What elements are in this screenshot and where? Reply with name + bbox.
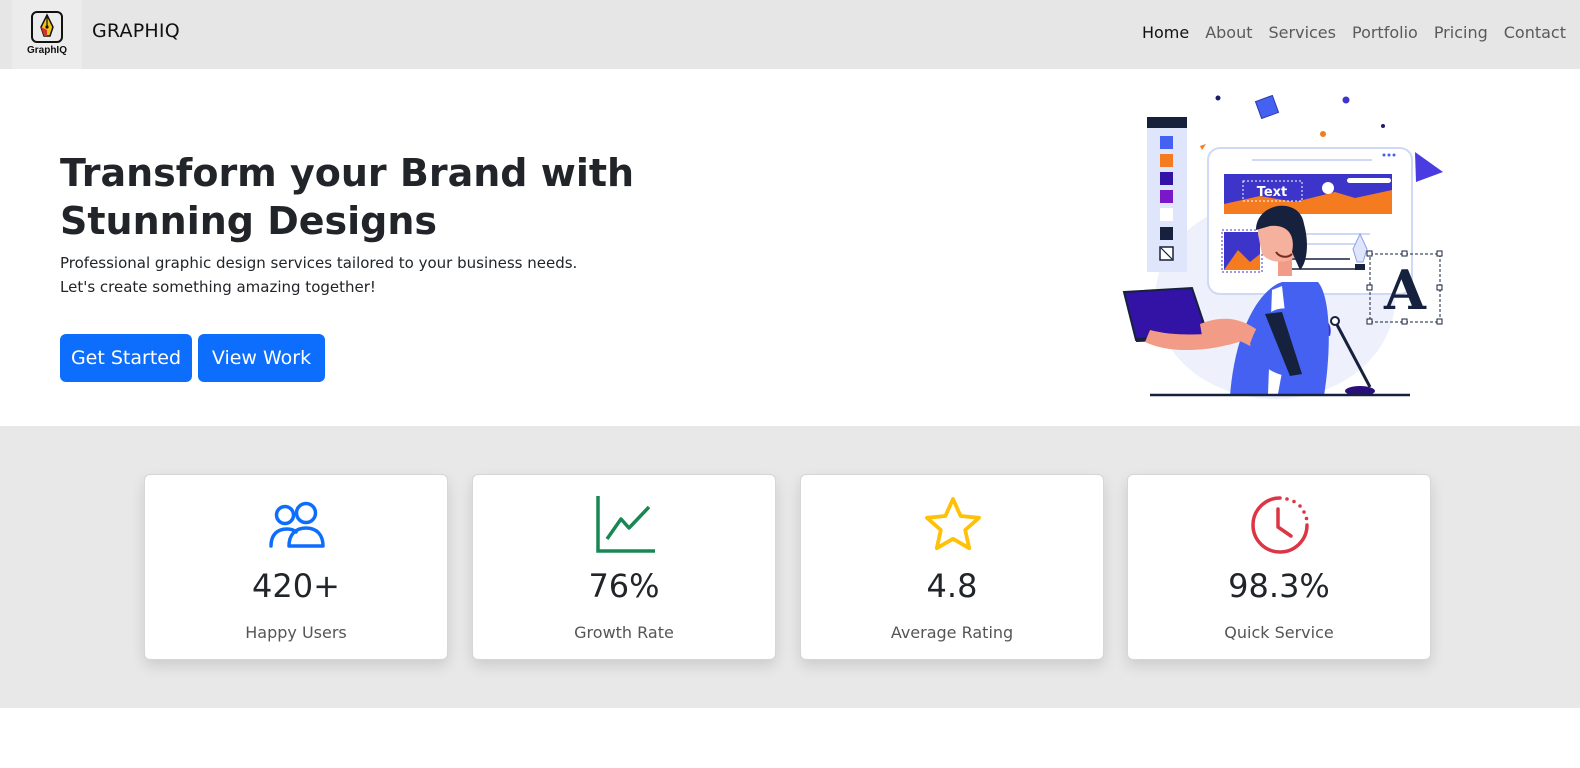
stat-value-quick-service: 98.3% [1228,567,1330,605]
illustration-text-box: Text [1257,185,1288,200]
hero-subtitle: Professional graphic design services tai… [60,254,578,296]
illustration-letter: A [1383,258,1427,322]
stat-card-average-rating: 4.8 Average Rating [800,474,1104,660]
logo-text: GraphIQ [27,45,67,56]
logo[interactable]: GraphIQ [12,0,82,69]
nav-link-contact[interactable]: Contact [1504,23,1566,42]
stat-label-quick-service: Quick Service [1224,623,1334,642]
stat-card-growth-rate: 76% Growth Rate [472,474,776,660]
stat-label-happy-users: Happy Users [245,623,347,642]
nav-menu: Home About Services Portfolio Pricing Co… [1142,23,1566,42]
designer-illustration: Text A [1122,94,1443,399]
graph-up-icon [596,496,655,553]
stat-label-average-rating: Average Rating [890,623,1014,642]
get-started-button[interactable]: Get Started [60,334,192,382]
hero-title: Transform your Brand with Stunning Desig… [60,151,635,243]
users-icon [269,501,325,548]
nav-link-about[interactable]: About [1205,23,1252,42]
stat-value-average-rating: 4.8 [926,567,978,605]
stat-card-quick-service: 98.3% Quick Service [1127,474,1431,660]
pen-nib-logo-icon: GraphIQ [27,11,67,56]
stats-section: 420+ Happy Users 76% Growth Rate 4.8 Ave… [0,426,1580,708]
stat-value-happy-users: 420+ [252,567,340,605]
stat-value-growth-rate: 76% [588,567,660,605]
nav-link-home[interactable]: Home [1142,23,1189,42]
nav-link-pricing[interactable]: Pricing [1434,23,1488,42]
stat-label-growth-rate: Growth Rate [574,623,674,642]
navbar: GraphIQ GRAPHIQ Home About Services Port… [0,0,1580,69]
view-work-button[interactable]: View Work [198,334,325,382]
brand-name[interactable]: GRAPHIQ [92,20,180,42]
hero-section: Transform your Brand with Stunning Desig… [0,69,1580,426]
stat-card-happy-users: 420+ Happy Users [144,474,448,660]
clock-icon [1251,496,1309,554]
nav-link-services[interactable]: Services [1269,23,1336,42]
nav-link-portfolio[interactable]: Portfolio [1352,23,1418,42]
star-icon [925,497,981,551]
